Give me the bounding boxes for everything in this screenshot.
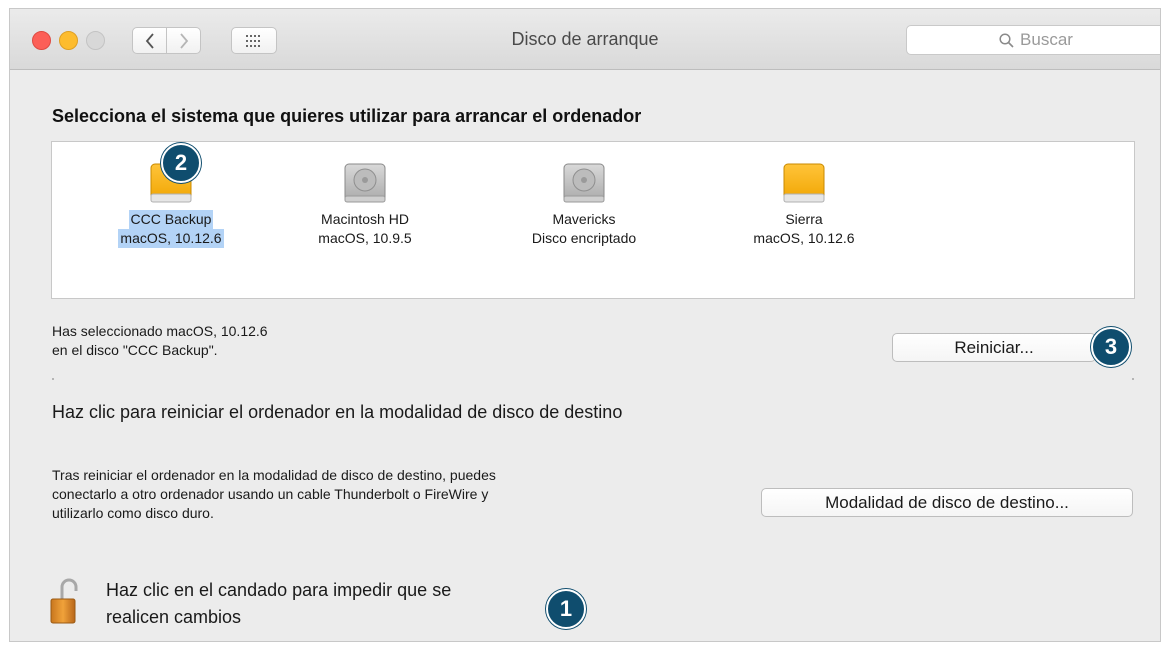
target-disk-mode-button[interactable]: Modalidad de disco de destino... (761, 488, 1133, 517)
disk-name: Mavericks (552, 211, 616, 227)
orange-drive-icon (782, 158, 826, 206)
search-placeholder: Buscar (1020, 30, 1073, 49)
search-icon (999, 32, 1014, 48)
disk-list: CCC Backup macOS, 10.12.6 Macintosh HD m… (51, 141, 1135, 299)
disk-name: Macintosh HD (321, 211, 409, 227)
disk-detail: macOS, 10.9.5 (318, 230, 412, 246)
disk-name: Sierra (785, 211, 823, 227)
callout-badge-1: 1 (546, 589, 586, 629)
disk-detail: macOS, 10.12.6 (118, 229, 224, 248)
target-mode-heading: Haz clic para reiniciar el ordenador en … (52, 402, 623, 422)
lock-hint-line-2: realicen cambios (106, 607, 242, 627)
selection-line-1: Has seleccionado macOS, 10.12.6 (52, 323, 268, 339)
disk-name: CCC Backup (128, 210, 214, 229)
disk-detail: macOS, 10.12.6 (753, 230, 855, 246)
search-field[interactable]: Buscar (906, 25, 1160, 55)
disk-item-mavericks[interactable]: Mavericks Disco encriptado (494, 158, 674, 248)
restart-button[interactable]: Reiniciar... (892, 333, 1096, 362)
gray-drive-icon (562, 158, 606, 206)
target-desc-line-1: Tras reiniciar el ordenador en la modali… (52, 467, 496, 483)
divider-dot (52, 378, 54, 380)
target-desc-line-2: conectarlo a otro ordenador usando un ca… (52, 486, 489, 502)
preferences-content: Selecciona el sistema que quieres utiliz… (10, 69, 1160, 641)
gray-drive-icon (343, 158, 387, 206)
disk-item-macintosh-hd[interactable]: Macintosh HD macOS, 10.9.5 (275, 158, 455, 248)
lock-hint-line-1: Haz clic en el candado para impedir que … (106, 580, 452, 600)
disk-detail: Disco encriptado (531, 230, 637, 246)
callout-badge-2: 2 (161, 143, 201, 183)
selection-summary: Has seleccionado macOS, 10.12.6 en el di… (52, 322, 268, 360)
lock-hint: Haz clic en el candado para impedir que … (106, 577, 546, 631)
disk-item-sierra[interactable]: Sierra macOS, 10.12.6 (714, 158, 894, 248)
startup-disk-heading: Selecciona el sistema que quieres utiliz… (52, 106, 642, 126)
selection-line-2: en el disco "CCC Backup". (52, 342, 218, 358)
title-bar: Disco de arranque Buscar (10, 9, 1160, 70)
target-desc-line-3: utilizarlo como disco duro. (52, 505, 214, 521)
divider-dot (1132, 378, 1134, 380)
preferences-window: Disco de arranque Buscar Selecciona el s… (9, 8, 1161, 642)
target-mode-description: Tras reiniciar el ordenador en la modali… (52, 466, 692, 523)
unlocked-padlock-icon[interactable] (48, 577, 80, 627)
callout-badge-3: 3 (1091, 327, 1131, 367)
